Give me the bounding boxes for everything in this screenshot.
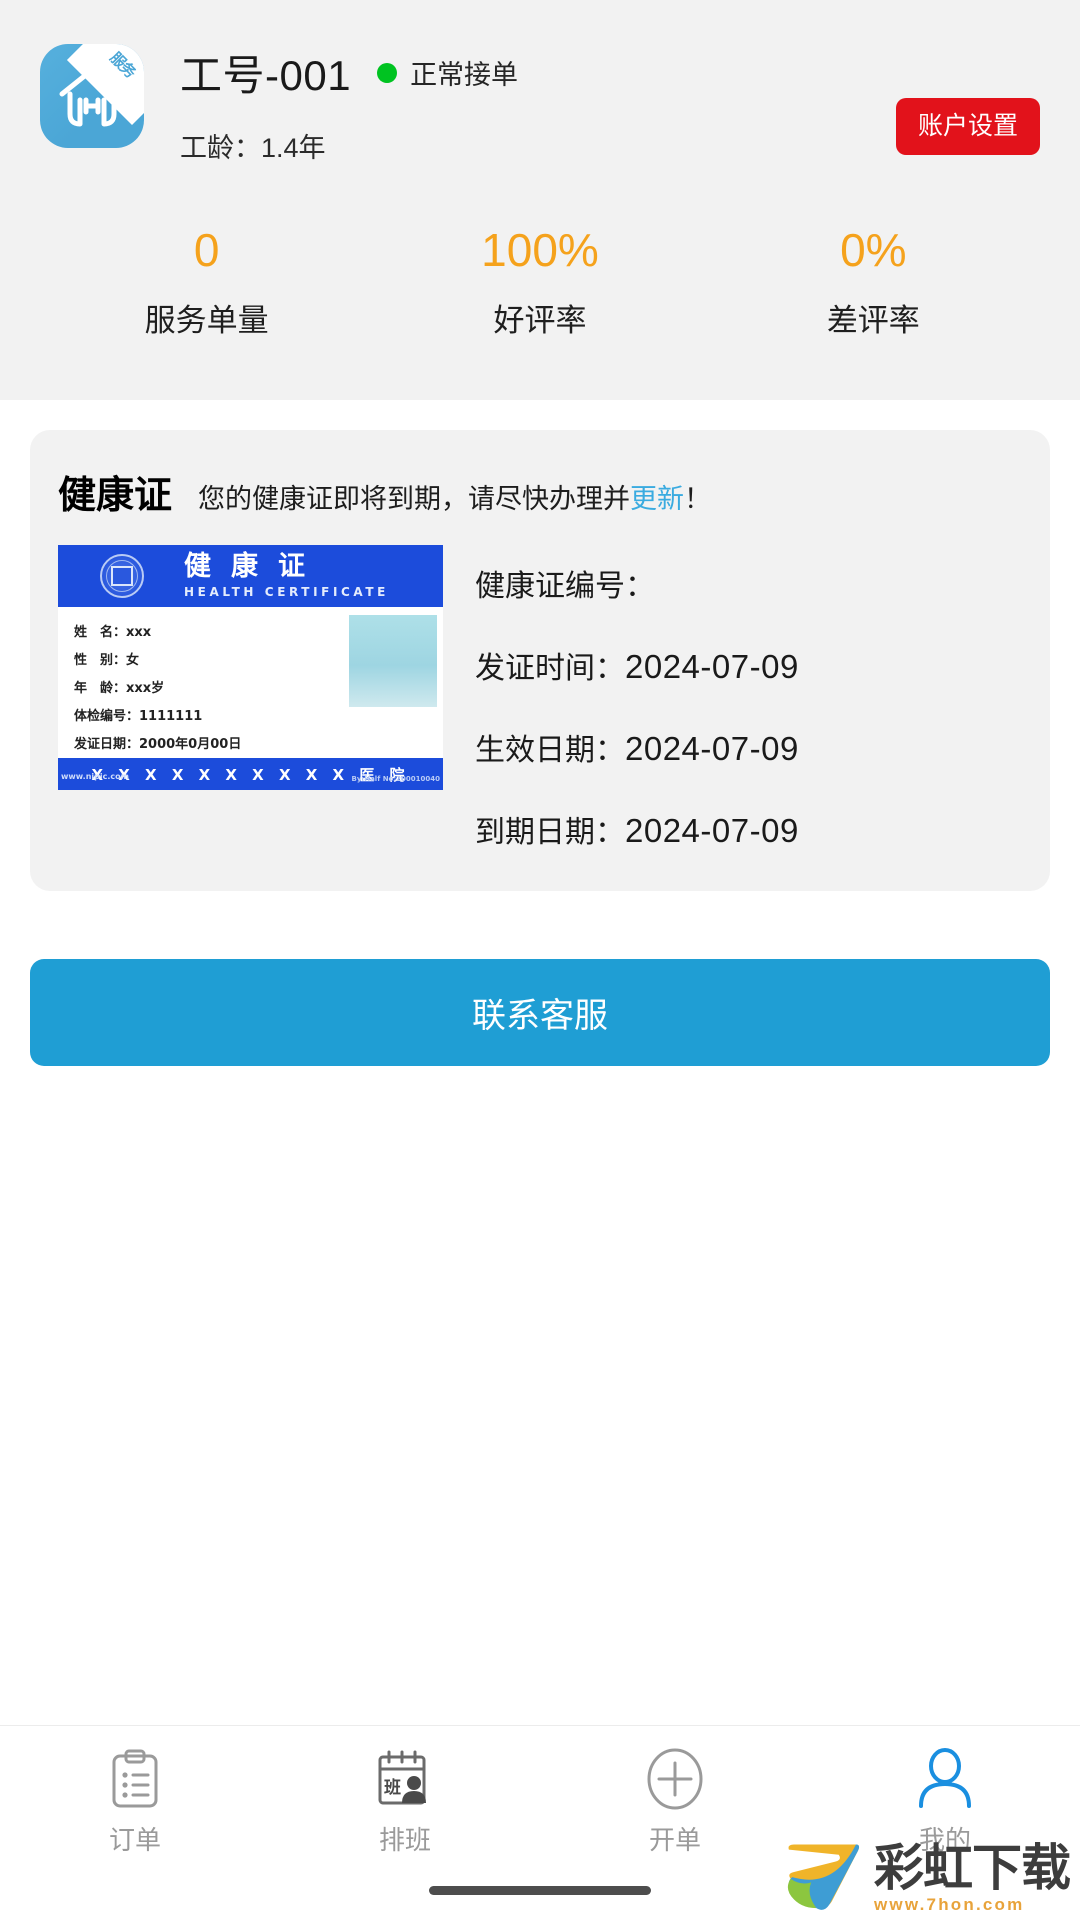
health-certificate-card: 健康证 您的健康证即将到期，请尽快办理并更新！ 健康证 HEALTH CERTI… (30, 430, 1050, 891)
status-dot-icon (377, 62, 398, 83)
certificate-field: 体检编号：1111111 (74, 709, 203, 724)
stat-label: 服务单量 (144, 303, 269, 338)
national-health-seal-icon (100, 554, 144, 598)
status-badge: 正常接单 (410, 60, 519, 90)
tab-label: 我的 (918, 1825, 971, 1855)
tab-label: 排班 (378, 1825, 431, 1855)
plus-circle-icon (643, 1748, 707, 1810)
certificate-number-row: 健康证编号： (475, 561, 1022, 605)
profile-top-row: 服务 工号-001 正常接单 工龄：1.4年 账户设置 (40, 38, 1040, 165)
tenure-label: 工龄：1.4年 (180, 133, 326, 163)
issue-date-row: 发证时间：2024-07-09 (475, 643, 1022, 687)
certificate-watermark-left: www.nipic.com (61, 772, 129, 781)
account-settings-button[interactable]: 账户设置 (895, 98, 1040, 155)
stats-row: 0 服务单量 100% 好评率 0% 差评率 (40, 227, 1040, 340)
health-certificate-title: 健康证 (58, 475, 173, 517)
profile-header: 服务 工号-001 正常接单 工龄：1.4年 账户设置 0 服务单量 100% … (0, 0, 1080, 400)
effective-date-value: 2024-07-09 (625, 730, 799, 767)
tab-label: 开单 (648, 1825, 701, 1855)
user-icon (914, 1748, 976, 1810)
stat-label: 差评率 (826, 303, 920, 338)
issue-date-value: 2024-07-09 (625, 648, 799, 685)
certificate-image-titles: 健康证 HEALTH CERTIFICATE (184, 553, 389, 599)
stat-value: 0% (840, 224, 907, 276)
employee-id: 工号-001 (180, 52, 352, 99)
avatar: 服务 (40, 44, 144, 148)
profile-meta: 工号-001 正常接单 工龄：1.4年 (180, 38, 518, 165)
stat-bad-rate: 0% 差评率 (707, 227, 1040, 340)
notice-suffix: ！ (684, 484, 712, 514)
health-certificate-body: 健康证 HEALTH CERTIFICATE 姓 名：xxx 性 别：女 年 龄… (58, 545, 1022, 851)
certificate-field: 发证日期：2000年0月00日 (74, 737, 242, 752)
health-certificate-image[interactable]: 健康证 HEALTH CERTIFICATE 姓 名：xxx 性 别：女 年 龄… (58, 545, 443, 790)
effective-date-row: 生效日期：2024-07-09 (475, 725, 1022, 769)
certificate-watermark-right: By:Half No:200010040 (351, 775, 440, 783)
tab-orders[interactable]: 订单 (0, 1726, 270, 1920)
health-certificate-info: 健康证编号： 发证时间：2024-07-09 生效日期：2024-07-09 到… (475, 545, 1022, 851)
stat-service-orders: 0 服务单量 (40, 227, 373, 340)
certificate-image-header: 健康证 HEALTH CERTIFICATE (58, 545, 443, 607)
svg-text:班: 班 (384, 1778, 401, 1797)
certificate-photo (349, 615, 437, 707)
health-certificate-header: 健康证 您的健康证即将到期，请尽快办理并更新！ (58, 464, 1022, 519)
tab-label: 订单 (108, 1825, 161, 1855)
schedule-person-icon: 班 (376, 1748, 434, 1810)
expiry-date-value: 2024-07-09 (625, 812, 799, 849)
contact-support-button[interactable]: 联系客服 (30, 959, 1050, 1066)
health-certificate-notice: 您的健康证即将到期，请尽快办理并更新！ (198, 477, 711, 516)
clipboard-list-icon (109, 1748, 161, 1810)
renew-link[interactable]: 更新 (630, 484, 684, 514)
stat-value: 100% (481, 224, 599, 276)
home-indicator (429, 1886, 651, 1895)
employee-name-row: 工号-001 正常接单 (180, 42, 518, 103)
stat-value: 0 (193, 224, 220, 276)
certificate-image-fields: 姓 名：xxx 性 别：女 年 龄：xxx岁 体检编号：1111111 发证日期… (58, 607, 443, 752)
tab-profile[interactable]: 我的 (810, 1726, 1080, 1920)
issue-date-label: 发证时间： (475, 652, 625, 685)
certificate-image-title-en: HEALTH CERTIFICATE (184, 585, 389, 599)
bottom-tab-bar: 订单 班 排班 开单 我的 (0, 1725, 1080, 1920)
certificate-image-footer: X X X X X X X X X X 医 院 www.nipic.com By… (58, 758, 443, 790)
stat-label: 好评率 (493, 303, 587, 338)
expiry-date-label: 到期日期： (475, 816, 625, 849)
notice-prefix: 您的健康证即将到期，请尽快办理并 (198, 484, 631, 514)
certificate-image-title-cn: 健康证 (184, 551, 325, 582)
expiry-date-row: 到期日期：2024-07-09 (475, 807, 1022, 851)
seal-ring (106, 560, 138, 592)
effective-date-label: 生效日期： (475, 734, 625, 767)
stat-good-rate: 100% 好评率 (373, 227, 706, 340)
certificate-number-label: 健康证编号： (475, 570, 655, 603)
